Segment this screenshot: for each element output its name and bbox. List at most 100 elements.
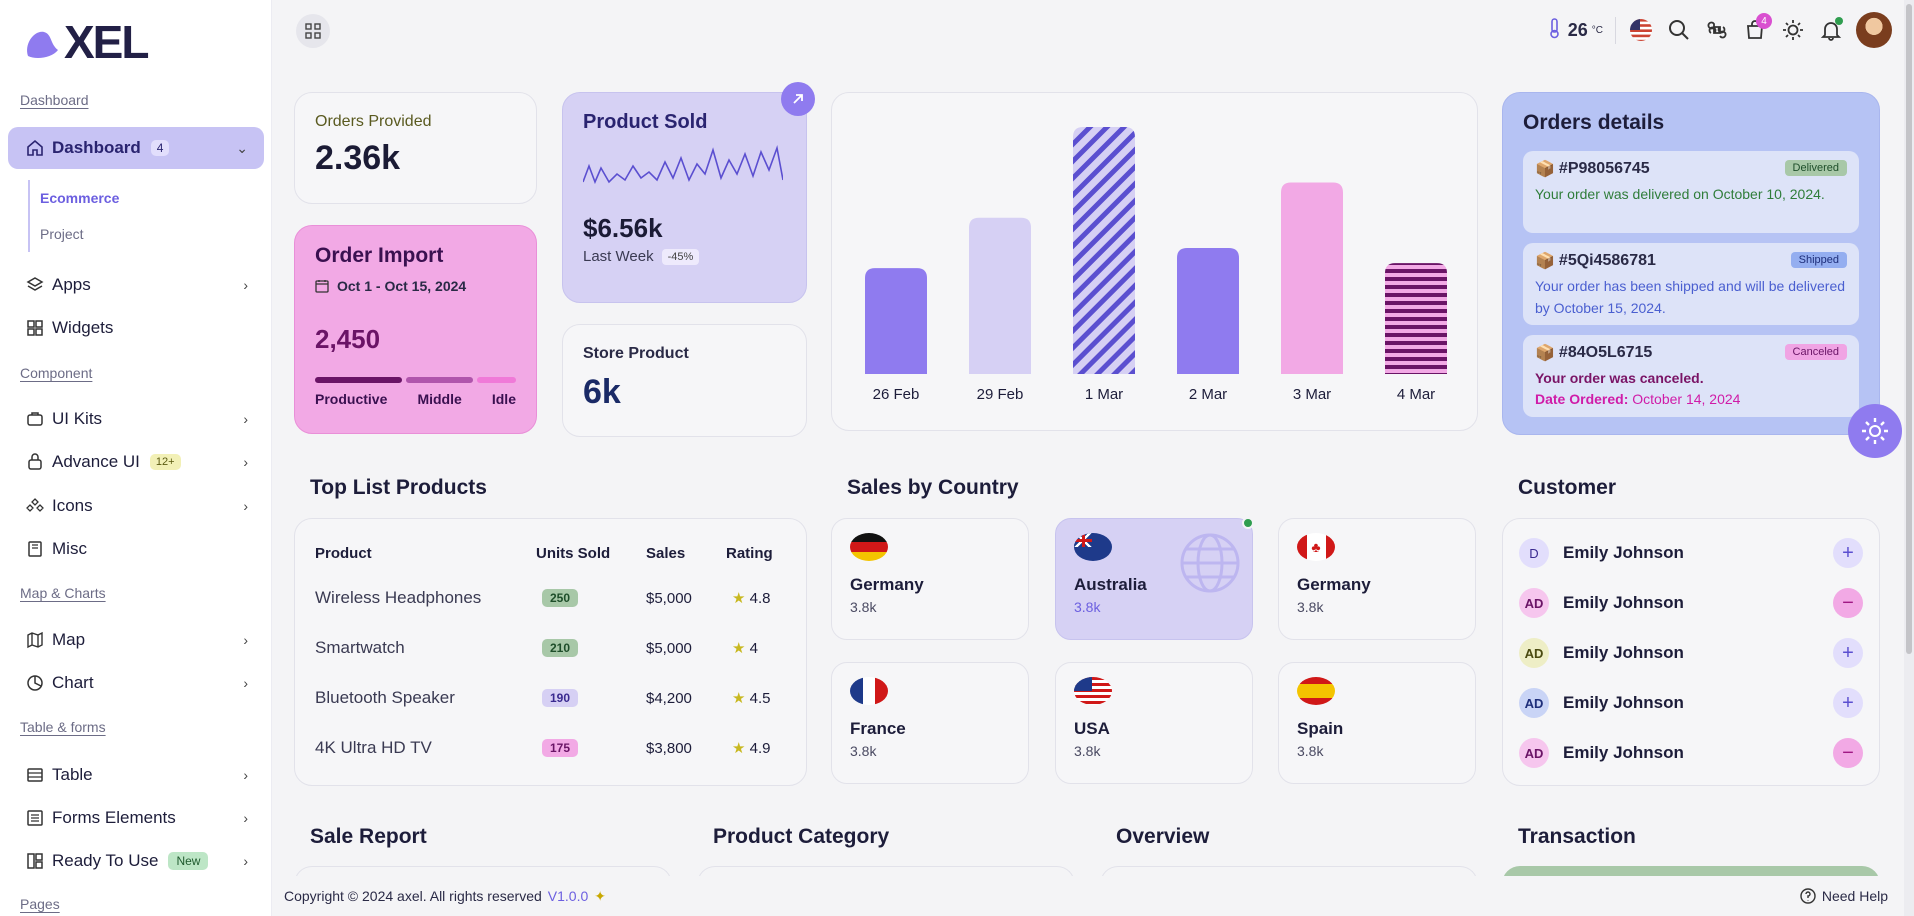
product-sold-link-button[interactable]	[781, 82, 815, 116]
country-name: France	[850, 719, 906, 738]
package-icon: 📦	[1535, 253, 1555, 270]
sidebar-item-misc[interactable]: Misc	[8, 528, 264, 570]
top-products-card: Product Units Sold Sales Rating Wireless…	[294, 518, 807, 786]
avatar: AD	[1519, 688, 1549, 718]
bar-2-mar[interactable]	[1177, 248, 1239, 374]
table-row[interactable]: 4K Ultra HD TV 175 $3,800 ★ 4.9	[315, 723, 786, 773]
user-avatar[interactable]	[1856, 12, 1892, 48]
order-item[interactable]: 📦 #84O5L6715 Canceled Your order was canc…	[1523, 335, 1859, 417]
logo-text: XEL	[64, 16, 149, 68]
chart-pie-icon	[24, 672, 46, 694]
scrollbar-thumb[interactable]	[1906, 4, 1912, 654]
customer-row[interactable]: AD Emily Johnson −	[1503, 578, 1879, 628]
sidebar-item-apps[interactable]: Apps ›	[8, 264, 264, 306]
legend-productive: Productive	[315, 391, 388, 407]
sidebar-subitem-ecommerce[interactable]: Ecommerce	[30, 180, 119, 216]
sidebar-item-table[interactable]: Table ›	[8, 754, 264, 796]
app-grid-button[interactable]	[296, 14, 330, 48]
order-date-label: Date Ordered:	[1535, 391, 1629, 407]
weather-widget[interactable]: 26 °C	[1546, 16, 1616, 44]
order-id: #P98056745	[1558, 160, 1650, 177]
bar-26-feb[interactable]	[865, 268, 927, 374]
add-customer-button[interactable]: +	[1833, 688, 1863, 718]
version-text: V1.0.0	[547, 888, 589, 904]
canada-flag-icon: ♣	[1297, 533, 1335, 561]
customer-card: D Emily Johnson + AD Emily Johnson − AD …	[1502, 518, 1880, 786]
star-icon: ★	[732, 590, 746, 607]
need-help-text: Need Help	[1821, 888, 1888, 904]
bar-29-feb[interactable]	[969, 217, 1031, 374]
usa-flag-icon	[1074, 677, 1112, 705]
command-button[interactable]	[1704, 17, 1730, 43]
country-card-canada[interactable]: ♣ Germany 3.8k	[1278, 518, 1476, 640]
bar-chart: 26 Feb 29 Feb 1 Mar 2 Mar 3 Mar 4 Mar	[865, 127, 1447, 403]
product-sold-sparkline	[582, 144, 784, 185]
theme-toggle-button[interactable]	[1780, 17, 1806, 43]
language-button[interactable]	[1628, 17, 1654, 43]
table-row[interactable]: Smartwatch 210 $5,000 ★ 4	[315, 623, 786, 673]
add-customer-button[interactable]: +	[1833, 638, 1863, 668]
store-product-value: 6k	[583, 373, 621, 411]
sidebar-item-label: Dashboard	[52, 138, 141, 157]
sidebar-subitem-project[interactable]: Project	[30, 216, 119, 252]
avatar: D	[1519, 538, 1549, 568]
need-help-link[interactable]: Need Help	[1800, 888, 1888, 904]
sidebar-item-label: Apps	[52, 275, 91, 294]
bar-3-mar[interactable]	[1281, 182, 1343, 374]
sidebar-item-icons[interactable]: Icons ›	[8, 485, 264, 527]
sidebar-item-map[interactable]: Map ›	[8, 619, 264, 661]
sidebar-item-ui-kits[interactable]: UI Kits ›	[8, 398, 264, 440]
chevron-right-icon: ›	[243, 675, 248, 691]
customer-name: Emily Johnson	[1563, 593, 1684, 612]
order-item[interactable]: 📦 #5Qi4586781 Shipped Your order has been…	[1523, 243, 1859, 325]
remove-customer-button[interactable]: −	[1833, 588, 1863, 618]
add-customer-button[interactable]: +	[1833, 538, 1863, 568]
cart-button[interactable]: 4	[1742, 13, 1772, 43]
bar-4-mar[interactable]	[1385, 263, 1447, 374]
status-badge-canceled: Canceled	[1784, 344, 1847, 360]
settings-fab[interactable]	[1848, 404, 1902, 458]
units-badge: 175	[542, 739, 579, 757]
customer-row[interactable]: AD Emily Johnson +	[1503, 678, 1879, 728]
notification-dot	[1835, 17, 1843, 25]
top-bar-actions: 26 °C 4	[1546, 10, 1892, 50]
order-import-value: 2,450	[315, 324, 381, 354]
country-value: 3.8k	[850, 743, 877, 759]
notifications-button[interactable]	[1818, 17, 1844, 43]
order-item[interactable]: 📦 #P98056745 Delivered Your order was del…	[1523, 151, 1859, 233]
sidebar-item-advance-ui[interactable]: Advance UI 12+ ›	[8, 441, 264, 483]
country-card-usa[interactable]: USA 3.8k	[1055, 662, 1253, 784]
sidebar-item-widgets[interactable]: Widgets	[8, 307, 264, 349]
page-scrollbar[interactable]	[1904, 0, 1914, 916]
search-button[interactable]	[1666, 17, 1692, 43]
section-pages: Pages	[20, 896, 60, 912]
sidebar-item-dashboard[interactable]: Dashboard 4 ⌄	[8, 127, 264, 169]
sidebar-item-label: Widgets	[52, 318, 114, 337]
country-card-australia[interactable]: Australia 3.8k	[1055, 517, 1254, 640]
table-row[interactable]: Wireless Headphones 250 $5,000 ★ 4.8	[315, 573, 786, 623]
brand-logo[interactable]: XEL	[22, 16, 149, 68]
us-flag-icon	[1630, 19, 1652, 41]
sidebar-item-chart[interactable]: Chart ›	[8, 662, 264, 704]
country-card-germany[interactable]: Germany 3.8k	[831, 518, 1029, 640]
customer-row[interactable]: AD Emily Johnson +	[1503, 628, 1879, 678]
spain-flag-icon	[1297, 677, 1335, 705]
country-card-france[interactable]: France 3.8k	[831, 662, 1029, 784]
table-row[interactable]: Bluetooth Speaker 190 $4,200 ★ 4.5	[315, 673, 786, 723]
customer-row[interactable]: AD Emily Johnson −	[1503, 728, 1879, 778]
product-name: Wireless Headphones	[315, 588, 482, 607]
sun-icon	[1783, 20, 1803, 40]
remove-customer-button[interactable]: −	[1833, 738, 1863, 768]
ready-new-badge: New	[168, 852, 209, 870]
sidebar-item-forms-elements[interactable]: Forms Elements ›	[8, 797, 264, 839]
footer: Copyright © 2024 axel. All rights reserv…	[272, 876, 1914, 916]
orders-provided-value: 2.36k	[315, 139, 401, 177]
country-card-spain[interactable]: Spain 3.8k	[1278, 662, 1476, 784]
order-text: Your order was delivered on October 10, …	[1535, 186, 1825, 202]
sidebar-item-ready-to-use[interactable]: Ready To Use New ›	[8, 840, 264, 882]
rating-value: 4	[749, 640, 758, 657]
customer-name: Emily Johnson	[1563, 643, 1684, 662]
bar-1-mar[interactable]	[1073, 127, 1135, 374]
star-icon: ★	[732, 640, 746, 657]
customer-row[interactable]: D Emily Johnson +	[1503, 528, 1879, 578]
